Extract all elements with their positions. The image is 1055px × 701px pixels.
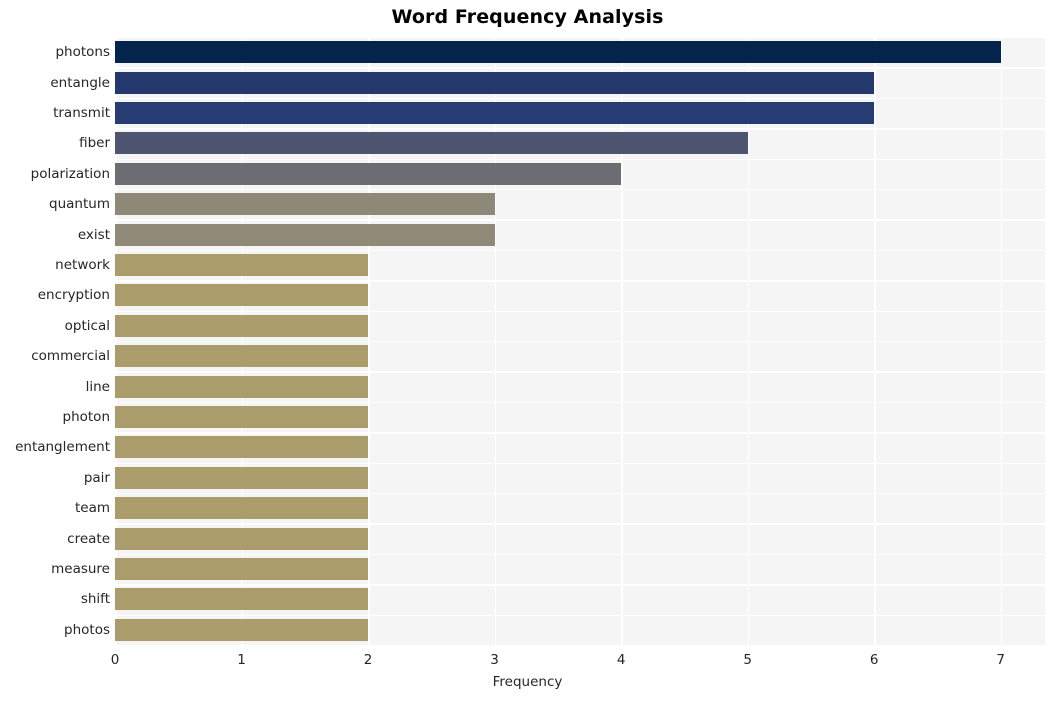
x-axis-label: Frequency xyxy=(492,674,563,690)
y-tick-label-photon: photon xyxy=(62,409,111,425)
y-tick-label-optical: optical xyxy=(64,317,110,334)
x-tick-label-1: 1 xyxy=(237,652,246,668)
x-tick-label-2: 2 xyxy=(363,652,373,668)
chart-figure: Word Frequency Analysis photons entangle t… xyxy=(0,0,1055,701)
y-tick-label-network: network xyxy=(55,257,110,273)
y-tick-label-photos: photos xyxy=(64,621,110,638)
chart-title: Word Frequency Analysis xyxy=(391,6,664,28)
y-tick-label-exist: exist xyxy=(77,226,110,243)
x-tick-label-6: 6 xyxy=(869,652,879,668)
x-tick-label-0: 0 xyxy=(110,652,120,668)
y-axis-tick-labels: photons entangle transmit fiber polarization… xyxy=(0,37,1055,645)
y-tick-label-line: line xyxy=(85,378,110,395)
y-tick-label-pair: pair xyxy=(83,469,110,486)
x-tick-label-5: 5 xyxy=(743,652,752,668)
x-tick-label-4: 4 xyxy=(616,652,626,668)
y-tick-label-photons: photons xyxy=(55,44,110,61)
y-tick-label-fiber: fiber xyxy=(79,135,110,152)
x-tick-label-7: 7 xyxy=(996,652,1005,668)
y-tick-label-entanglement: entanglement xyxy=(15,439,110,456)
x-axis-tick-labels: 0 1 2 3 4 5 6 7 xyxy=(0,645,1055,675)
y-tick-label-team: team xyxy=(74,500,110,517)
y-tick-label-entangle: entangle xyxy=(50,74,110,91)
y-tick-label-transmit: transmit xyxy=(53,105,110,121)
y-tick-label-create: create xyxy=(67,530,110,547)
y-tick-label-quantum: quantum xyxy=(49,196,110,213)
y-tick-label-encryption: encryption xyxy=(37,287,110,304)
y-tick-label-polarization: polarization xyxy=(30,165,110,182)
x-tick-label-3: 3 xyxy=(490,652,499,668)
y-tick-label-shift: shift xyxy=(80,591,110,608)
y-tick-label-commercial: commercial xyxy=(31,348,110,365)
y-tick-label-measure: measure xyxy=(51,561,110,577)
